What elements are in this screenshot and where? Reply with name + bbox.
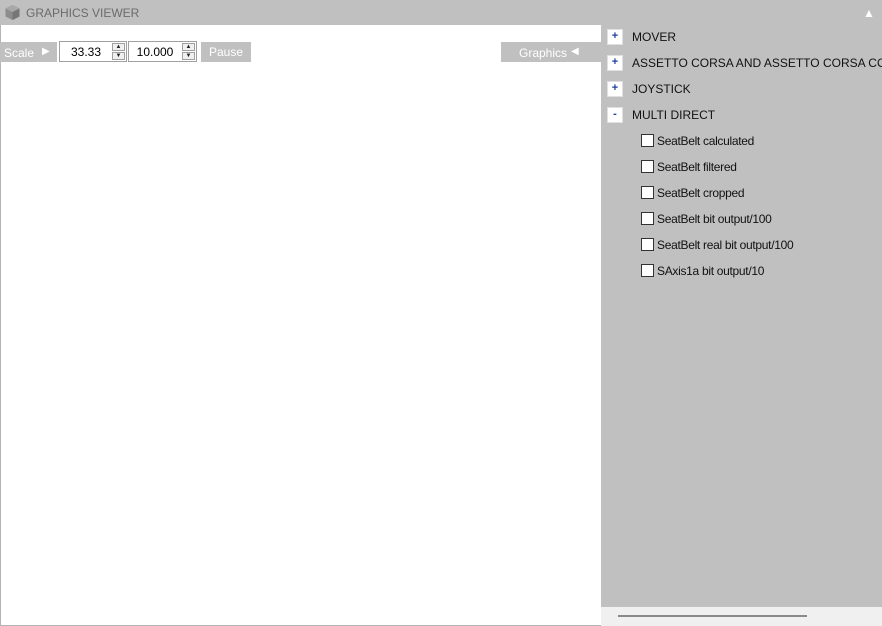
horizontal-scrollbar[interactable] [601, 607, 882, 626]
channel-label[interactable]: SeatBelt real bit output/100 [657, 238, 794, 252]
scale-button[interactable]: Scale ▶ [0, 42, 57, 62]
spin-up-icon[interactable]: ▲ [112, 43, 125, 51]
tree-group-label: MOVER [632, 30, 677, 44]
checkbox[interactable] [641, 238, 654, 251]
channel-label[interactable]: SeatBelt calculated [657, 134, 754, 148]
channel-label[interactable]: SeatBelt filtered [657, 160, 737, 174]
tree-group-label: MULTI DIRECT [632, 108, 716, 122]
tree-group-label: ASSETTO CORSA AND ASSETTO CORSA COMP [632, 56, 882, 70]
expand-icon[interactable]: + [607, 81, 623, 97]
checkbox[interactable] [641, 264, 654, 277]
tree-group-label: JOYSTICK [632, 82, 691, 96]
expand-icon[interactable]: + [607, 55, 623, 71]
checkbox[interactable] [641, 134, 654, 147]
expand-icon[interactable]: + [607, 29, 623, 45]
scale-spinner-arrows[interactable]: ▲ ▼ [112, 43, 125, 60]
scale-spinner[interactable]: 33.33 ▲ ▼ [59, 41, 127, 62]
channel-tree-panel: + MOVER + ASSETTO CORSA AND ASSETTO CORS… [601, 25, 882, 626]
graphics-button[interactable]: Graphics ◀ [501, 42, 601, 62]
collapse-up-icon[interactable]: ▲ [860, 4, 878, 22]
play-arrow-icon: ▶ [42, 46, 50, 57]
spin-up-icon[interactable]: ▲ [182, 43, 195, 51]
graphics-canvas [0, 25, 601, 626]
pause-button[interactable]: Pause [201, 42, 251, 62]
interval-spinner[interactable]: 10.000 ▲ ▼ [128, 41, 197, 62]
graphics-label: Graphics [519, 46, 568, 60]
window-title: GRAPHICS VIEWER [26, 6, 140, 20]
channel-label[interactable]: SAxis1a bit output/10 [657, 264, 764, 278]
collapse-left-arrow-icon: ◀ [571, 46, 579, 57]
scale-value[interactable]: 33.33 [60, 45, 112, 59]
collapse-icon[interactable]: - [607, 107, 623, 123]
checkbox[interactable] [641, 186, 654, 199]
channel-label[interactable]: SeatBelt bit output/100 [657, 212, 772, 226]
spin-down-icon[interactable]: ▼ [112, 52, 125, 60]
spin-down-icon[interactable]: ▼ [182, 52, 195, 60]
interval-spinner-arrows[interactable]: ▲ ▼ [182, 43, 195, 60]
cube-logo-icon [5, 5, 20, 20]
scrollbar-thumb[interactable] [618, 615, 807, 617]
title-bar: GRAPHICS VIEWER ▲ [0, 0, 882, 25]
interval-value[interactable]: 10.000 [129, 45, 181, 59]
checkbox[interactable] [641, 212, 654, 225]
scale-label: Scale [4, 46, 35, 60]
checkbox[interactable] [641, 160, 654, 173]
channel-label[interactable]: SeatBelt cropped [657, 186, 745, 200]
